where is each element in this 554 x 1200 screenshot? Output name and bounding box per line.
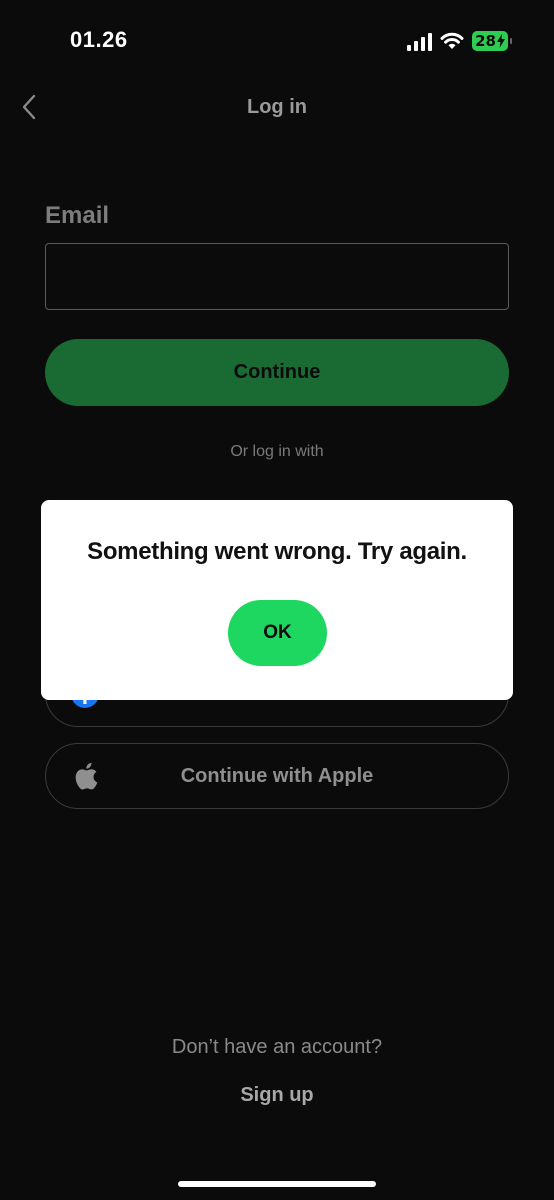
page-title: Log in — [247, 96, 307, 118]
dialog-message: Something went wrong. Try again. — [87, 538, 467, 565]
apple-button-label: Continue with Apple — [180, 764, 374, 787]
home-indicator[interactable] — [178, 1181, 376, 1187]
ok-button[interactable]: OK — [228, 600, 327, 666]
bolt-icon — [496, 34, 505, 48]
battery-tip — [510, 38, 512, 44]
status-icons: 28 — [407, 28, 512, 54]
continue-button[interactable]: Continue — [45, 339, 509, 406]
status-time: 01.26 — [70, 27, 128, 52]
wifi-icon — [440, 32, 464, 49]
error-dialog: Something went wrong. Try again. OK — [41, 500, 513, 700]
battery-level: 28 — [475, 32, 496, 50]
email-label: Email — [45, 202, 110, 229]
apple-icon — [70, 761, 100, 791]
no-account-text: Don’t have an account? — [171, 1036, 383, 1058]
continue-with-apple-button[interactable]: Continue with Apple — [45, 743, 509, 809]
battery-charging-icon: 28 — [472, 31, 512, 51]
email-input[interactable] — [45, 243, 509, 310]
or-log-in-with-text: Or log in with — [230, 443, 324, 460]
sign-up-link[interactable]: Sign up — [0, 1084, 554, 1107]
cellular-signal-icon — [407, 31, 432, 51]
